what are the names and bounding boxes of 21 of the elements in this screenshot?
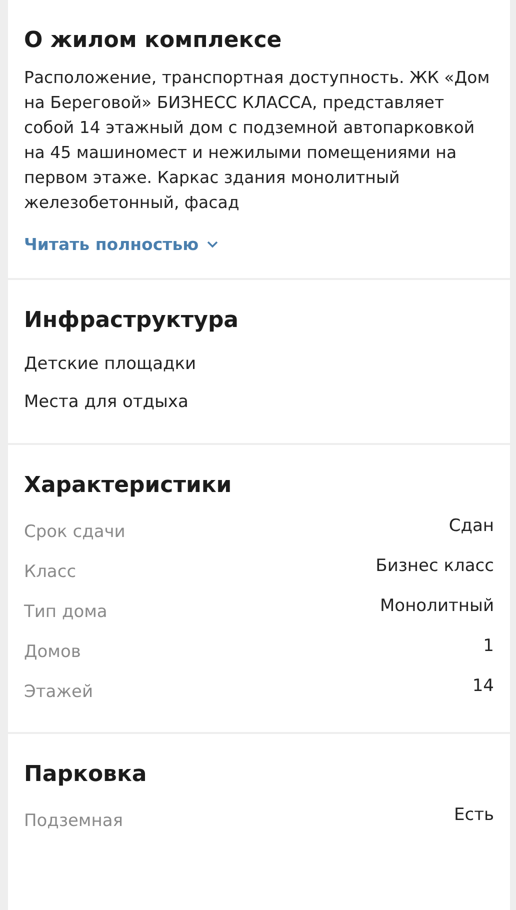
characteristic-label: Срок сдачи [24,522,126,542]
section-title: О жилом комплексе [24,28,283,53]
section-title: Инфраструктура [24,308,240,333]
characteristic-value: 14 [472,676,494,696]
characteristic-value: 1 [483,636,494,656]
section-title: Характеристики [24,473,233,498]
read-more-link[interactable]: Читать полностью [24,235,218,254]
section-title: Парковка [24,762,148,787]
characteristic-value: Монолитный [380,596,494,616]
characteristic-label: Тип дома [24,602,108,622]
characteristic-value: Бизнес класс [376,556,494,576]
characteristic-label: Этажей [24,682,94,702]
chevron-down-icon [206,241,218,248]
characteristic-label: Класс [24,562,76,582]
infrastructure-item: Места для отдыха [24,391,190,414]
characteristic-label: Подземная [24,811,124,831]
infrastructure-item: Детские площадки [24,353,198,376]
characteristic-value: Есть [454,805,494,825]
description-text: Расположение, транспортная доступность. ЖК «Дом на Береговой» БИЗНЕСС КЛАССА, представляет собой 14 этажный дом с подземной автопарковкой на 45 машиномест и нежилыми помещениями на первом этаже. Каркас здания монолитный железобетонный, фасад [24,67,491,214]
characteristic-label: Домов [24,642,81,662]
characteristic-value: Сдан [448,516,494,536]
